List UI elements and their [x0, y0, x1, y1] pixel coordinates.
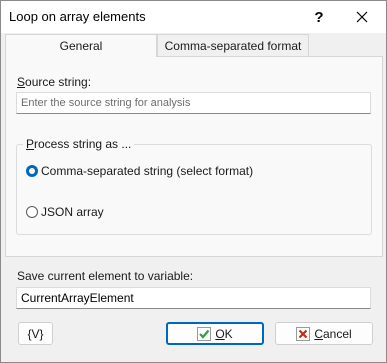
radio-button-unselected[interactable] — [26, 206, 38, 218]
process-string-group-label: Process string as ... — [23, 137, 135, 151]
radio-comma-separated[interactable]: Comma-separated string (select format) — [26, 164, 253, 178]
variable-button[interactable]: {V} — [18, 322, 53, 345]
variable-button-label: {V} — [27, 326, 44, 341]
save-variable-input[interactable] — [16, 287, 371, 309]
window-title: Loop on array elements — [9, 9, 146, 24]
ok-button-label: OK — [215, 327, 232, 341]
ok-label-mnemonic: O — [215, 326, 225, 341]
cancel-label-mnemonic: C — [314, 326, 323, 341]
radio-json-array-label: JSON array — [41, 205, 104, 219]
source-label-rest: ource string: — [25, 75, 92, 89]
close-icon — [356, 11, 368, 23]
radio-button-selected[interactable] — [26, 165, 38, 177]
source-string-label: Source string: — [17, 75, 91, 89]
cancel-label-rest: ancel — [322, 326, 352, 341]
cancel-icon — [296, 326, 311, 341]
radio-comma-separated-label: Comma-separated string (select format) — [41, 164, 254, 178]
radio-json-array[interactable]: JSON array — [26, 205, 104, 219]
ok-label-rest: K — [224, 326, 233, 341]
save-variable-label: Save current element to variable: — [17, 269, 194, 283]
help-button[interactable]: ? — [299, 1, 339, 33]
dialog-window: Loop on array elements ? General Comma-s… — [0, 0, 387, 363]
check-icon — [197, 326, 212, 341]
tab-strip: General Comma-separated format — [5, 34, 383, 57]
process-string-group — [16, 144, 372, 235]
close-button[interactable] — [339, 1, 385, 33]
title-bar: Loop on array elements ? — [1, 1, 386, 33]
tab-comma-separated-format[interactable]: Comma-separated format — [157, 34, 309, 56]
process-label-mnemonic: P — [26, 137, 35, 151]
ok-button[interactable]: OK — [166, 322, 264, 345]
cancel-button[interactable]: Cancel — [275, 322, 373, 345]
tab-general[interactable]: General — [5, 34, 157, 57]
process-label-rest: rocess string as ... — [34, 137, 132, 151]
cancel-button-label: Cancel — [314, 327, 351, 341]
source-label-mnemonic: S — [17, 75, 26, 89]
source-string-input[interactable] — [16, 92, 371, 114]
